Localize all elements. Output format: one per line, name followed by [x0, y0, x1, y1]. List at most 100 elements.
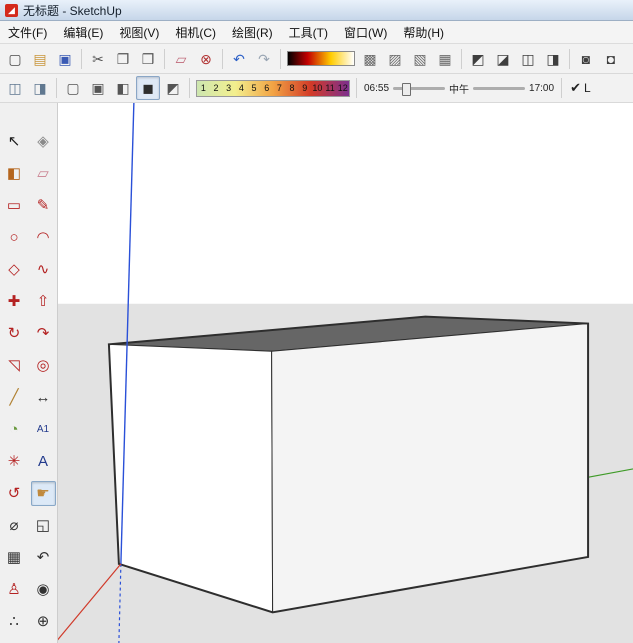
shadow-light-checkbox[interactable]: ✔L — [570, 80, 591, 96]
section-plane-tool[interactable]: ⊕ — [31, 609, 56, 634]
orbit-tool[interactable]: ↺ — [2, 481, 27, 506]
protractor-tool[interactable]: ◔ — [2, 417, 27, 442]
move-tool[interactable]: ✚ — [2, 289, 27, 314]
texture-style-4-button[interactable]: ▦ — [433, 47, 457, 71]
delete-button[interactable]: ⊗ — [194, 47, 218, 71]
shadow-date-slider[interactable]: 123456789101112 — [196, 80, 350, 97]
face-style-3-icon: ◫ — [521, 52, 534, 66]
tape-measure-tool[interactable]: ╱ — [2, 385, 27, 410]
texture-style-2-button[interactable]: ▨ — [383, 47, 407, 71]
circle-tool[interactable]: ○ — [2, 225, 27, 250]
texture-style-4-icon: ▦ — [438, 52, 451, 66]
time-slider-track[interactable] — [393, 87, 445, 90]
redo-button[interactable]: ↷ — [252, 47, 276, 71]
face-style-4-button[interactable]: ◨ — [541, 47, 565, 71]
cut-button[interactable]: ✂ — [86, 47, 110, 71]
arc-tool[interactable]: ◠ — [31, 225, 56, 250]
save-button[interactable]: ▣ — [53, 47, 77, 71]
window-menu[interactable]: 窗口(W) — [336, 21, 395, 43]
texture-style-3-icon: ▧ — [413, 52, 426, 66]
shadow-darkness-ramp[interactable] — [287, 51, 355, 66]
3d-text-tool[interactable]: A — [31, 449, 56, 474]
zoom-extents-tool[interactable]: ▦ — [2, 545, 27, 570]
select-icon: ↖ — [8, 134, 21, 149]
month-label: 9 — [298, 81, 311, 96]
style-hiddenline-button[interactable]: ▣ — [86, 76, 110, 100]
previous-view-tool[interactable]: ↶ — [31, 545, 56, 570]
push-pull-icon: ⇧ — [37, 294, 50, 309]
view-menu[interactable]: 视图(V) — [111, 21, 167, 43]
text-tool[interactable]: A1 — [31, 417, 56, 442]
paste-button[interactable]: ❒ — [136, 47, 160, 71]
style-wireframe-button[interactable]: ▢ — [61, 76, 85, 100]
file-menu[interactable]: 文件(F) — [0, 21, 55, 43]
line-tool[interactable]: ✎ — [31, 193, 56, 218]
paint-bucket-tool[interactable]: ◧ — [2, 161, 27, 186]
style-shaded-button[interactable]: ◧ — [111, 76, 135, 100]
help-menu[interactable]: 帮助(H) — [395, 21, 452, 43]
zoom-tool[interactable]: ⌀ — [2, 513, 27, 538]
camera-menu[interactable]: 相机(C) — [167, 21, 224, 43]
style-textured-button[interactable]: ◼ — [136, 76, 160, 100]
pan-icon: ☛ — [36, 486, 49, 501]
style-backedge-button[interactable]: ◨ — [28, 76, 52, 100]
orbit-icon: ↺ — [8, 486, 21, 501]
texture-style-3-button[interactable]: ▧ — [408, 47, 432, 71]
tools-menu[interactable]: 工具(T) — [281, 21, 336, 43]
eraser-tool[interactable]: ▱ — [31, 161, 56, 186]
face-style-2-button[interactable]: ◪ — [491, 47, 515, 71]
erase-icon: ▱ — [176, 52, 187, 66]
open-button[interactable]: ▤ — [28, 47, 52, 71]
follow-me-tool[interactable]: ↷ — [31, 321, 56, 346]
text-icon: A1 — [37, 425, 49, 435]
time-slider-handle[interactable] — [402, 83, 411, 96]
menu-bar: 文件(F)编辑(E)视图(V)相机(C)绘图(R)工具(T)窗口(W)帮助(H) — [0, 21, 633, 44]
select-tool[interactable]: ↖ — [2, 129, 27, 154]
erase-button[interactable]: ▱ — [169, 47, 193, 71]
tape-measure-icon: ╱ — [9, 390, 18, 405]
make-component-icon: ◈ — [37, 134, 49, 149]
follow-me-icon: ↷ — [37, 326, 50, 341]
copy-button[interactable]: ❐ — [111, 47, 135, 71]
viewport[interactable] — [58, 103, 633, 643]
style-backedge-icon: ◨ — [33, 81, 46, 95]
polygon-tool[interactable]: ◇ — [2, 257, 27, 282]
push-pull-tool[interactable]: ⇧ — [31, 289, 56, 314]
draw-menu[interactable]: 绘图(R) — [224, 21, 281, 43]
style-monochrome-button[interactable]: ◩ — [161, 76, 185, 100]
freehand-tool[interactable]: ∿ — [31, 257, 56, 282]
title-bar: ◢ 无标题 - SketchUp — [0, 0, 633, 21]
look-around-tool[interactable]: ◉ — [31, 577, 56, 602]
walk-tool[interactable]: ∴ — [2, 609, 27, 634]
zoom-window-tool[interactable]: ◱ — [31, 513, 56, 538]
toolbar-separator — [461, 49, 462, 69]
month-label: 7 — [273, 81, 286, 96]
style-xray-button[interactable]: ◫ — [3, 76, 27, 100]
new-button[interactable]: ▢ — [3, 47, 27, 71]
position-camera-tool[interactable]: ♙ — [2, 577, 27, 602]
rectangle-tool[interactable]: ▭ — [2, 193, 27, 218]
time-slider-track-2[interactable] — [473, 87, 525, 90]
shadow-toggle-button[interactable]: ◙ — [574, 47, 598, 71]
face-style-1-button[interactable]: ◩ — [466, 47, 490, 71]
shadow-settings-button[interactable]: ◘ — [599, 47, 623, 71]
undo-button[interactable]: ↶ — [227, 47, 251, 71]
freehand-icon: ∿ — [37, 262, 50, 277]
edit-menu[interactable]: 编辑(E) — [55, 21, 111, 43]
toolbar-separator — [569, 49, 570, 69]
dimension-tool[interactable]: ↔ — [31, 385, 56, 410]
scale-tool[interactable]: ◹ — [2, 353, 27, 378]
offset-tool[interactable]: ◎ — [31, 353, 56, 378]
month-label: 3 — [222, 81, 235, 96]
texture-style-1-button[interactable]: ▩ — [358, 47, 382, 71]
pan-tool[interactable]: ☛ — [31, 481, 56, 506]
check-label: L — [584, 81, 591, 95]
rotate-tool[interactable]: ↻ — [2, 321, 27, 346]
axes-tool[interactable]: ✳ — [2, 449, 27, 474]
previous-view-icon: ↶ — [37, 550, 50, 565]
scale-icon: ◹ — [8, 358, 20, 373]
shadow-time-slider[interactable]: 06:55中午17:00 — [364, 81, 554, 96]
polygon-icon: ◇ — [8, 262, 20, 277]
make-component-tool[interactable]: ◈ — [31, 129, 56, 154]
face-style-3-button[interactable]: ◫ — [516, 47, 540, 71]
